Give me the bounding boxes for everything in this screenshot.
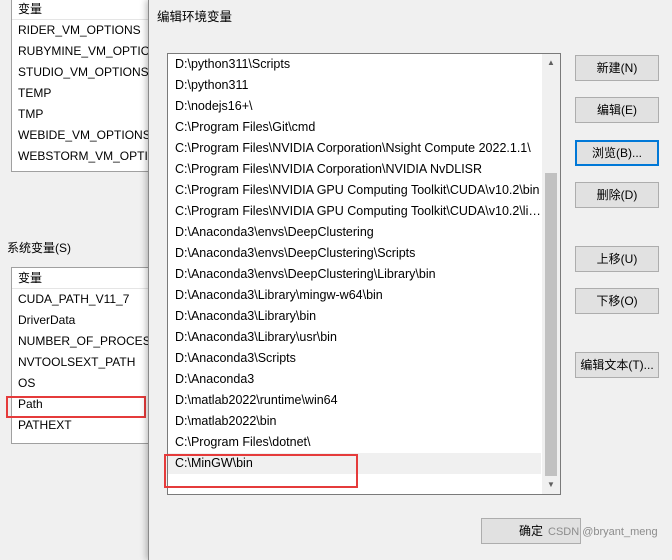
path-entries-list[interactable]: D:\python311\Scripts D:\python311 D:\nodej… xyxy=(167,53,561,495)
path-entry[interactable]: C:\Program Files\dotnet\ xyxy=(168,432,541,453)
path-entry[interactable]: C:\Program Files\NVIDIA Corporation\NVID… xyxy=(168,159,541,180)
path-entry[interactable]: D:\Anaconda3\Library\bin xyxy=(168,306,541,327)
delete-button[interactable]: 删除(D) xyxy=(575,182,659,208)
user-variable-row[interactable]: TMP xyxy=(12,104,160,125)
system-variable-row[interactable]: OS xyxy=(12,373,160,394)
path-entry[interactable]: C:\Program Files\NVIDIA GPU Computing To… xyxy=(168,201,541,222)
scroll-up-arrow-icon[interactable]: ▲ xyxy=(542,54,560,72)
scrollbar-thumb[interactable] xyxy=(545,173,557,476)
path-entry[interactable]: C:\Program Files\NVIDIA GPU Computing To… xyxy=(168,180,541,201)
path-entry[interactable]: C:\Program Files\NVIDIA Corporation\Nsig… xyxy=(168,138,541,159)
user-variable-row[interactable]: WEBIDE_VM_OPTIONS xyxy=(12,125,160,146)
system-variable-row[interactable]: PATHEXT xyxy=(12,415,160,436)
system-variable-row[interactable]: NVTOOLSEXT_PATH xyxy=(12,352,160,373)
new-entry-highlight-box xyxy=(164,454,358,488)
path-highlight-box xyxy=(6,396,146,418)
path-entry[interactable]: D:\python311 xyxy=(168,75,541,96)
system-variable-row[interactable]: CUDA_PATH_V11_7 xyxy=(12,289,160,310)
system-variables-label: 系统变量(S) xyxy=(7,241,71,255)
path-entry[interactable]: D:\matlab2022\runtime\win64 xyxy=(168,390,541,411)
path-entry[interactable]: D:\nodejs16+\ xyxy=(168,96,541,117)
edit-text-button[interactable]: 编辑文本(T)... xyxy=(575,352,659,378)
user-variable-row[interactable]: RUBYMINE_VM_OPTIONS xyxy=(12,41,160,62)
user-variable-row[interactable]: RIDER_VM_OPTIONS xyxy=(12,20,160,41)
path-entry[interactable]: D:\Anaconda3\envs\DeepClustering\Library… xyxy=(168,264,541,285)
browse-button[interactable]: 浏览(B)... xyxy=(575,140,659,166)
scroll-down-arrow-icon[interactable]: ▼ xyxy=(542,476,560,494)
system-variables-header[interactable]: 变量 xyxy=(12,268,160,289)
path-entry[interactable]: C:\Program Files\Git\cmd xyxy=(168,117,541,138)
path-entry[interactable]: D:\Anaconda3\Library\usr\bin xyxy=(168,327,541,348)
user-variable-row[interactable]: TEMP xyxy=(12,83,160,104)
path-entry[interactable]: D:\Anaconda3\envs\DeepClustering xyxy=(168,222,541,243)
path-entry[interactable]: D:\Anaconda3\Library\mingw-w64\bin xyxy=(168,285,541,306)
user-variable-row[interactable]: WEBSTORM_VM_OPTIONS xyxy=(12,146,160,167)
move-down-button[interactable]: 下移(O) xyxy=(575,288,659,314)
path-entry[interactable]: D:\matlab2022\bin xyxy=(168,411,541,432)
path-entry[interactable]: D:\Anaconda3\envs\DeepClustering\Scripts xyxy=(168,243,541,264)
path-entry[interactable]: D:\Anaconda3 xyxy=(168,369,541,390)
user-variables-list[interactable]: 变量 RIDER_VM_OPTIONS RUBYMINE_VM_OPTIONS ST… xyxy=(11,0,161,172)
new-button[interactable]: 新建(N) xyxy=(575,55,659,81)
path-entry[interactable]: D:\python311\Scripts xyxy=(168,54,541,75)
watermark: CSDN @bryant_meng xyxy=(548,526,658,538)
system-variable-row[interactable]: NUMBER_OF_PROCESSORS xyxy=(12,331,160,352)
path-entry[interactable]: D:\Anaconda3\Scripts xyxy=(168,348,541,369)
dialog-title: 编辑环境变量 xyxy=(157,10,233,24)
user-variable-row[interactable]: STUDIO_VM_OPTIONS xyxy=(12,62,160,83)
edit-button[interactable]: 编辑(E) xyxy=(575,97,659,123)
move-up-button[interactable]: 上移(U) xyxy=(575,246,659,272)
vertical-scrollbar[interactable]: ▲ ▼ xyxy=(542,54,560,494)
system-variable-row[interactable]: DriverData xyxy=(12,310,160,331)
user-variables-header[interactable]: 变量 xyxy=(12,0,160,20)
